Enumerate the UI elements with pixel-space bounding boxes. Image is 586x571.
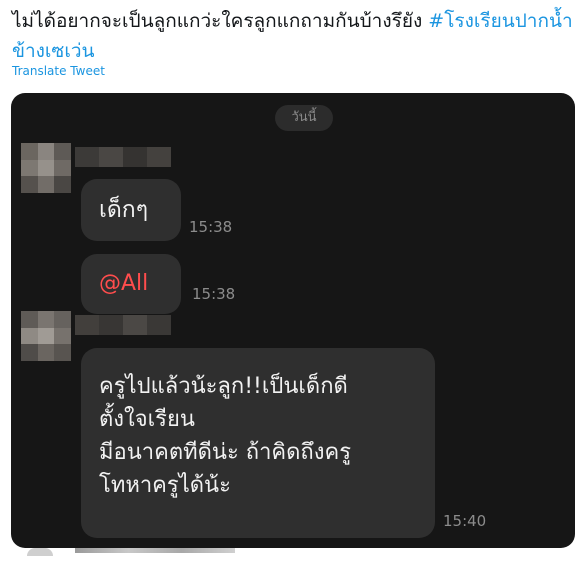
- mention-bubble: @All: [81, 254, 181, 314]
- attached-chat-screenshot[interactable]: วันนี้ เด็กๆ 15:38 @All 15:38 ครูไปแล้วน…: [11, 93, 575, 548]
- message-line: มีอนาคตทีดีน่ะ ถ้าคิดถึงครู: [99, 440, 352, 465]
- message-bubble: เด็กๆ: [81, 179, 181, 241]
- blurred-reply-header: [75, 548, 235, 553]
- message-line: ครูไปแล้วน้ะลูก!!เป็นเด็กดี: [99, 374, 348, 399]
- tweet-text: ไม่ได้อยากจะเป็นลูกแกว่ะใครลูกแกถามกันบ้…: [12, 6, 580, 66]
- translate-tweet-link[interactable]: Translate Tweet: [12, 64, 105, 78]
- message-line: โทหาครูได้น้ะ: [99, 473, 231, 498]
- blurred-sender-name: [75, 315, 171, 335]
- tweet-body: ไม่ได้อยากจะเป็นลูกแกว่ะใครลูกแกถามกันบ้…: [12, 10, 429, 32]
- message-time: 15:40: [443, 512, 487, 530]
- message-bubble-long: ครูไปแล้วน้ะลูก!!เป็นเด็กดี ตั้งใจเรียน …: [81, 348, 435, 538]
- message-time: 15:38: [189, 218, 233, 236]
- avatar: [27, 548, 53, 556]
- date-separator: วันนี้: [275, 105, 333, 131]
- cut-off-reply-row: [11, 548, 575, 571]
- message-time: 15:38: [192, 285, 236, 303]
- blurred-sender-name: [75, 147, 171, 167]
- blurred-avatar: [21, 311, 71, 361]
- message-line: ตั้งใจเรียน: [99, 407, 195, 432]
- blurred-avatar: [21, 143, 71, 193]
